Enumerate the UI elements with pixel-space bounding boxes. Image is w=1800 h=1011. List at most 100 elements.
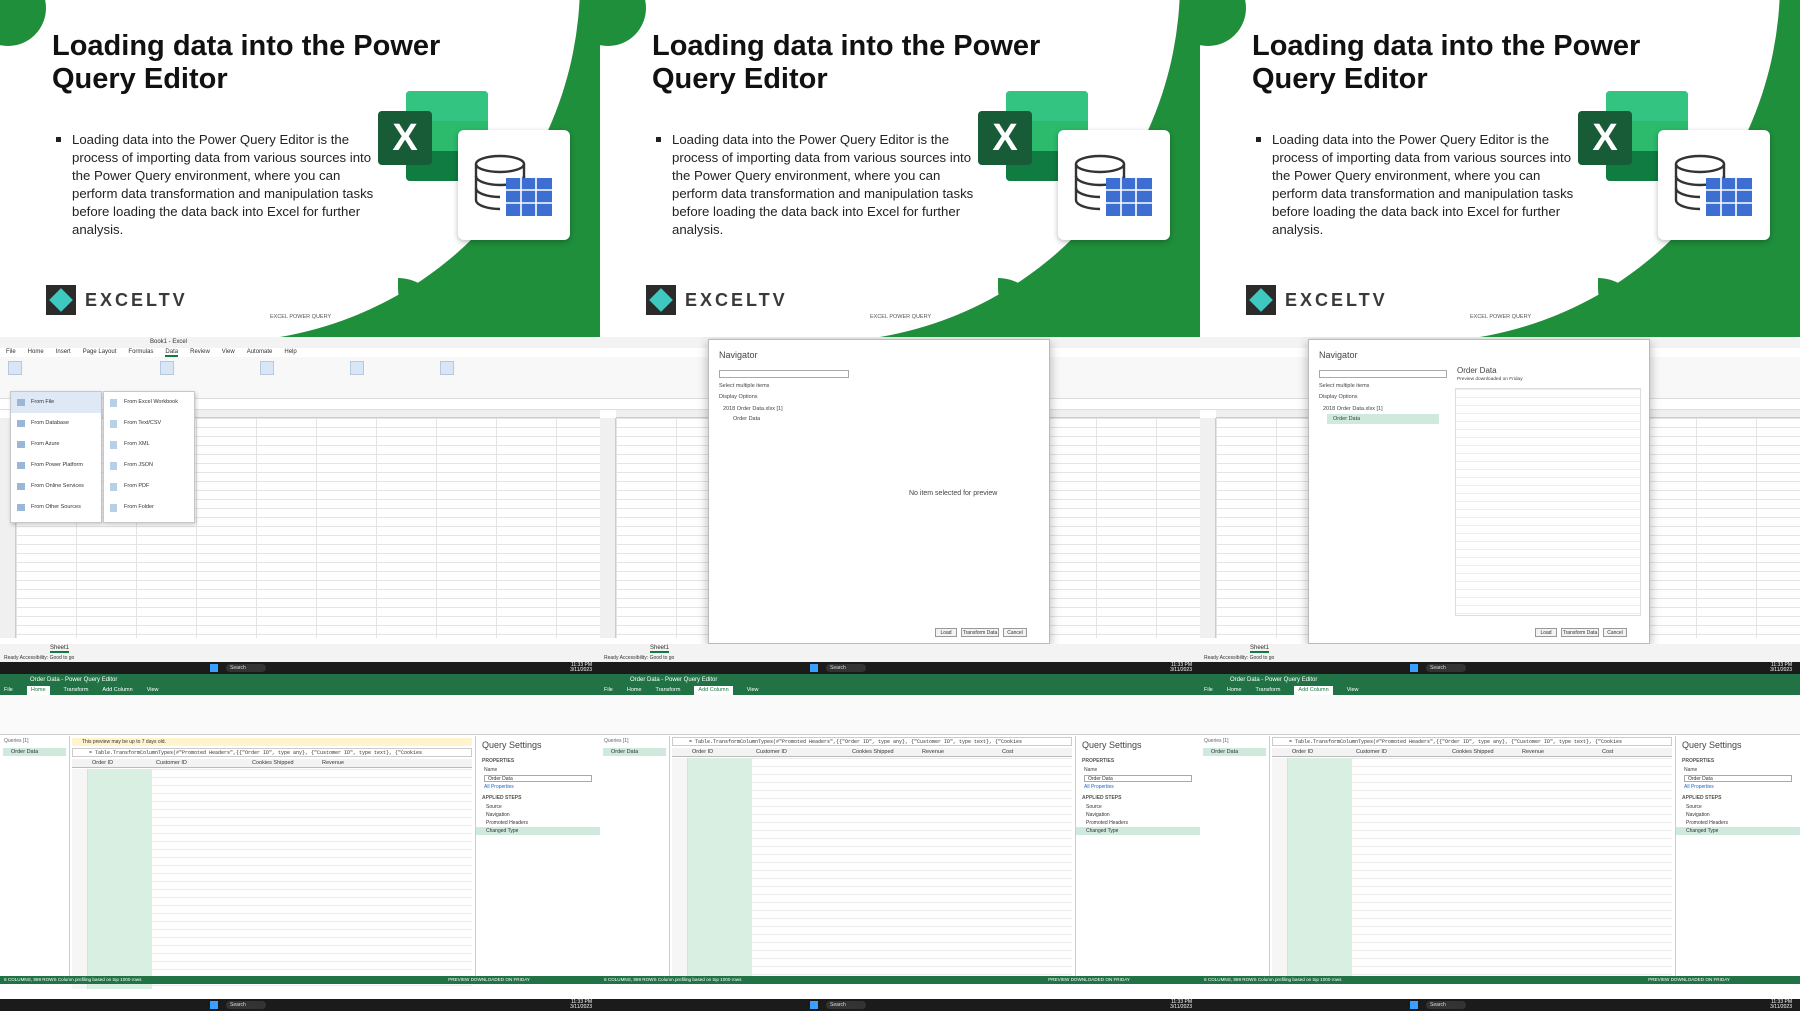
menu-item-json[interactable]: From JSON [104, 455, 194, 476]
taskbar-search[interactable]: Search [226, 664, 266, 672]
column-header-cookies-shipped[interactable]: Cookies Shipped [252, 760, 294, 766]
pq-title-bar: Order Data - Power Query Editor [0, 674, 600, 686]
pq-tab-file[interactable]: File [4, 686, 13, 695]
sheet-tab[interactable]: Sheet1 [50, 645, 70, 653]
what-if-button[interactable] [440, 361, 454, 375]
menu-review[interactable]: Review [190, 348, 210, 357]
pq-tab-home[interactable]: Home [26, 686, 50, 695]
menu-formulas[interactable]: Formulas [128, 348, 153, 357]
pq-tab-transform[interactable]: Transform [64, 686, 89, 695]
menu-view[interactable]: View [222, 348, 235, 357]
pq-tab-add-column[interactable]: Add Column [694, 686, 733, 695]
slide-title: Loading data into the Power Query Editor [652, 30, 1041, 95]
power-query-editor-1: Order Data - Power Query Editor File Hom… [0, 674, 600, 1011]
pq-data-table[interactable]: Order ID Customer ID Cookies Shipped Rev… [72, 759, 472, 989]
database-icon [1658, 130, 1770, 240]
step-changed-type[interactable]: Changed Type [476, 827, 600, 835]
menu-bar: File Home Insert Page Layout Formulas Da… [0, 348, 600, 357]
navigator-dialog: Navigator Select multiple items Display … [1308, 339, 1650, 644]
refresh-all-button[interactable] [160, 361, 174, 375]
pq-formula-bar[interactable]: = Table.TransformColumnTypes(#"Promoted … [72, 748, 472, 757]
preview-title: Order Data [1457, 366, 1497, 375]
navigator-table-node[interactable]: Order Data [1333, 416, 1360, 422]
step-promoted-headers[interactable]: Promoted Headers [476, 819, 600, 827]
column-header-customer-id[interactable]: Customer ID [156, 760, 187, 766]
pq-tab-view[interactable]: View [147, 686, 159, 695]
menu-automate[interactable]: Automate [247, 348, 273, 357]
preview-table[interactable] [1455, 388, 1641, 616]
menu-file[interactable]: File [6, 348, 16, 357]
menu-item-from-azure[interactable]: From Azure [11, 434, 101, 455]
get-data-menu: From File From Database From Azure From … [10, 391, 102, 523]
menu-item-excel-workbook[interactable]: From Excel Workbook [104, 392, 194, 413]
menu-item-pdf[interactable]: From PDF [104, 476, 194, 497]
pq-formula-bar[interactable]: = Table.TransformColumnTypes(#"Promoted … [1272, 737, 1672, 746]
from-file-submenu: From Excel Workbook From Text/CSV From X… [103, 391, 195, 523]
sort-button[interactable] [350, 361, 364, 375]
menu-data[interactable]: Data [165, 348, 179, 357]
navigator-search[interactable] [719, 370, 849, 378]
column-header-order-id[interactable]: Order ID [92, 760, 113, 766]
windows-start-icon[interactable] [210, 664, 218, 672]
slide-bullets: Loading data into the Power Query Editor… [656, 131, 976, 239]
column-header-revenue[interactable]: Revenue [322, 760, 344, 766]
all-properties-link[interactable]: All Properties [476, 783, 600, 791]
load-button[interactable]: Load [1535, 628, 1557, 637]
query-name-field[interactable]: Order Data [484, 775, 592, 782]
display-options-dropdown[interactable]: Display Options [719, 394, 758, 400]
select-multiple-checkbox[interactable]: Select multiple items [719, 383, 769, 389]
navigator-file-node[interactable]: 2018 Order Data.xlsx [1] [1323, 406, 1383, 412]
preview-subtitle: Preview downloaded on Friday [1457, 377, 1523, 382]
title-bar: Book1 - Excel [0, 337, 600, 348]
load-button[interactable]: Load [935, 628, 957, 637]
slide-bullet: Loading data into the Power Query Editor… [656, 131, 976, 239]
pq-data-table[interactable]: Order ID Customer ID Cookies Shipped Rev… [672, 748, 1072, 978]
navigator-search[interactable] [1319, 370, 1447, 378]
power-query-editor-3: Order Data - Power Query Editor File Home… [1200, 674, 1800, 1011]
status-bar: Ready Accessibility: Good to go [0, 654, 600, 662]
power-query-editor-2: Order Data - Power Query Editor File Home… [600, 674, 1200, 1011]
slide-2: Loading data into the Power Query Editor… [600, 0, 1200, 337]
pq-formula-bar[interactable]: = Table.TransformColumnTypes(#"Promoted … [672, 737, 1072, 746]
preview-warning: This preview may be up to 7 days old. [72, 738, 472, 746]
no-preview-message: No item selected for preview [909, 490, 998, 497]
menu-page-layout[interactable]: Page Layout [83, 348, 117, 357]
query-item[interactable]: Order Data [603, 748, 666, 756]
cancel-button[interactable]: Cancel [1003, 628, 1027, 637]
slide-bullet: Loading data into the Power Query Editor… [56, 131, 376, 239]
step-source[interactable]: Source [476, 803, 600, 811]
excel-window-navigator: Navigator Select multiple items Display … [600, 337, 1200, 674]
navigator-file-node[interactable]: 2018 Order Data.xlsx [1] [723, 406, 783, 412]
menu-item-from-online-services[interactable]: From Online Services [11, 476, 101, 497]
pq-tab-add-column[interactable]: Add Column [102, 686, 132, 695]
excel-window-get-data: Book1 - Excel File Home Insert Page Layo… [0, 337, 600, 674]
step-navigation[interactable]: Navigation [476, 811, 600, 819]
menu-item-from-other-sources[interactable]: From Other Sources [11, 497, 101, 518]
pq-data-table[interactable]: Order ID Customer ID Cookies Shipped Rev… [1272, 748, 1672, 978]
menu-home[interactable]: Home [28, 348, 44, 357]
stocks-button[interactable] [260, 361, 274, 375]
menu-insert[interactable]: Insert [56, 348, 71, 357]
menu-item-from-file[interactable]: From File [11, 392, 101, 413]
cancel-button[interactable]: Cancel [1603, 628, 1627, 637]
slide-footer: EXCEL POWER QUERY [1470, 314, 1532, 320]
display-options-dropdown[interactable]: Display Options [1319, 394, 1358, 400]
menu-item-from-database[interactable]: From Database [11, 413, 101, 434]
transform-data-button[interactable]: Transform Data [961, 628, 999, 637]
navigator-table-node[interactable]: Order Data [733, 416, 760, 422]
menu-item-from-power-platform[interactable]: From Power Platform [11, 455, 101, 476]
slide-footer: EXCEL POWER QUERY [870, 314, 932, 320]
select-multiple-checkbox[interactable]: Select multiple items [1319, 383, 1369, 389]
query-item[interactable]: Order Data [1203, 748, 1266, 756]
exceltv-logo: EXCELTV [1246, 284, 1388, 316]
menu-help[interactable]: Help [284, 348, 296, 357]
menu-item-text-csv[interactable]: From Text/CSV [104, 413, 194, 434]
transform-data-button[interactable]: Transform Data [1561, 628, 1599, 637]
get-data-button[interactable] [8, 361, 22, 375]
query-item[interactable]: Order Data [3, 748, 66, 756]
menu-item-folder[interactable]: From Folder [104, 497, 194, 518]
slide-bullet: Loading data into the Power Query Editor… [1256, 131, 1576, 239]
slide-title: Loading data into the Power Query Editor [1252, 30, 1641, 95]
queries-pane: Queries [1] Order Data [0, 736, 70, 976]
menu-item-xml[interactable]: From XML [104, 434, 194, 455]
